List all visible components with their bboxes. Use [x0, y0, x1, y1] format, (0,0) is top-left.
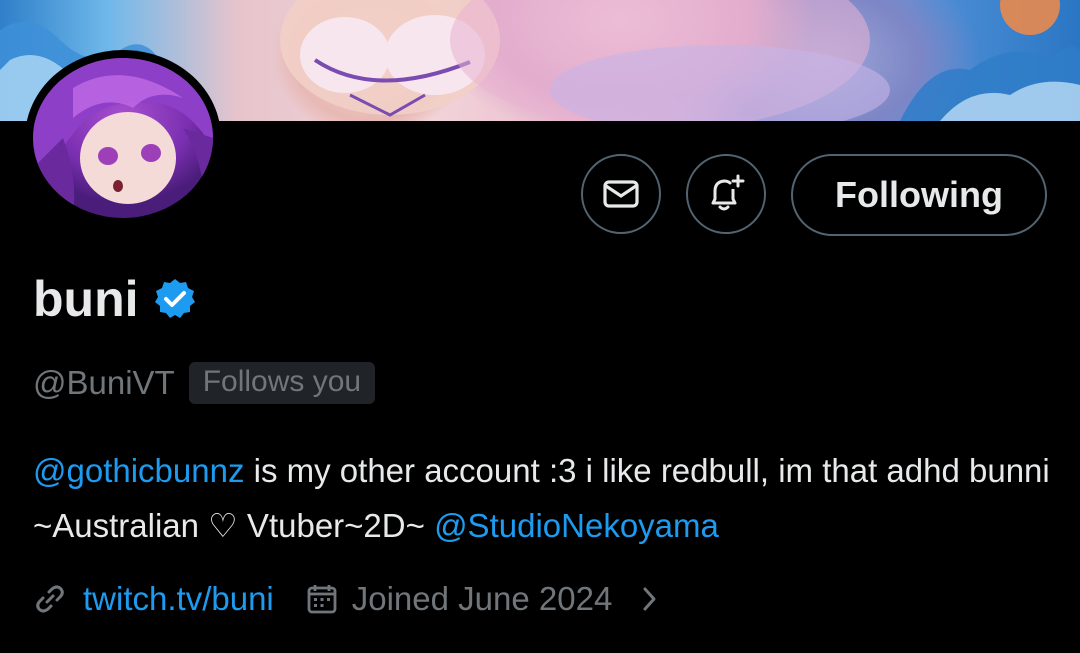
handle: @BuniVT — [33, 364, 175, 401]
link-icon — [33, 582, 67, 616]
bio-mention-gothicbunnz[interactable]: @gothicbunnz — [33, 452, 244, 489]
envelope-icon — [603, 180, 639, 208]
avatar[interactable] — [25, 50, 221, 226]
bell-plus-icon — [711, 174, 745, 211]
notifications-button[interactable] — [686, 154, 766, 234]
follows-you-badge: Follows you — [188, 362, 376, 404]
bio-mention-studionekoyama[interactable]: @StudioNekoyama — [434, 507, 719, 544]
display-name: buni — [33, 271, 139, 327]
avatar-image — [33, 58, 213, 218]
joined-date: Joined June 2024 — [351, 580, 613, 617]
handle-row: @BuniVT Follows you — [33, 362, 376, 404]
profile-page: Following buni @BuniVT Follows you @goth… — [0, 0, 1080, 653]
verified-badge-icon[interactable] — [153, 277, 197, 321]
bio: @gothicbunnz is my other account :3 i li… — [33, 443, 1063, 553]
chevron-right-icon[interactable] — [640, 584, 660, 614]
profile-meta: twitch.tv/buni Joined June 2024 — [33, 580, 660, 618]
name-row: buni — [33, 270, 197, 328]
website-link[interactable]: twitch.tv/buni — [83, 580, 274, 618]
calendar-icon — [306, 583, 338, 615]
following-button[interactable]: Following — [791, 154, 1047, 236]
message-button[interactable] — [581, 154, 661, 234]
